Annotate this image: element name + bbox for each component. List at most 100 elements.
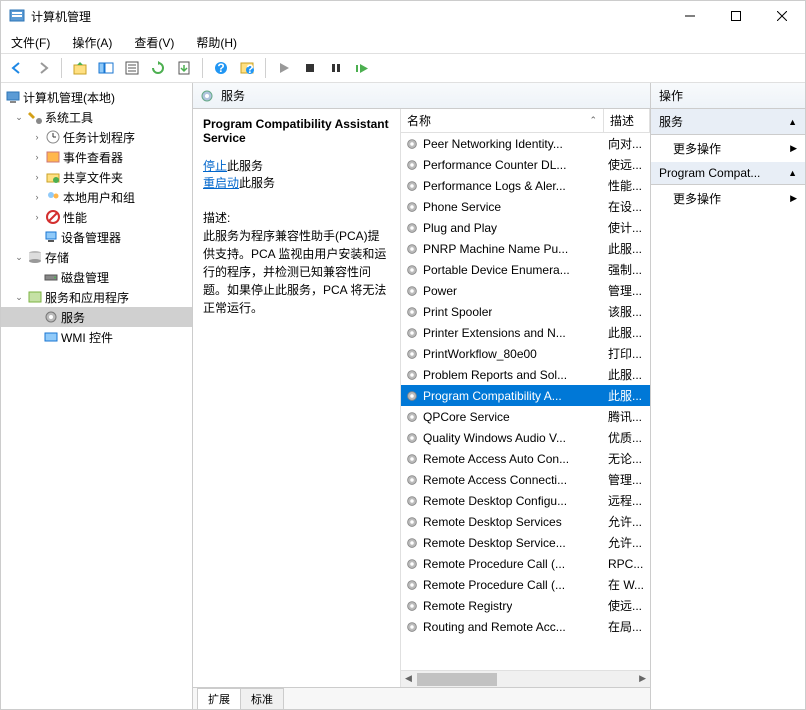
detail-panel: Program Compatibility Assistant Service … — [193, 109, 401, 687]
service-name: Remote Procedure Call (... — [423, 578, 565, 592]
col-desc[interactable]: 描述 — [604, 109, 650, 132]
actions-section-selected[interactable]: Program Compat... ▲ — [651, 162, 805, 185]
service-row[interactable]: Phone Service在设... — [401, 196, 650, 217]
stop-link[interactable]: 停止 — [203, 159, 227, 173]
pause-button[interactable] — [324, 56, 348, 80]
gear-icon — [405, 410, 419, 424]
service-row[interactable]: Remote Procedure Call (...RPC... — [401, 553, 650, 574]
service-row[interactable]: Remote Desktop Service...允许... — [401, 532, 650, 553]
forward-button[interactable] — [31, 56, 55, 80]
expand-icon[interactable]: › — [31, 211, 43, 223]
tree-localusers[interactable]: › 本地用户和组 — [1, 187, 192, 207]
service-name: Program Compatibility A... — [423, 389, 562, 403]
tree-servicesapps[interactable]: ⌄ 服务和应用程序 — [1, 287, 192, 307]
tree-services[interactable]: 服务 — [1, 307, 192, 327]
tree-storage[interactable]: ⌄ 存储 — [1, 247, 192, 267]
show-hide-tree-button[interactable] — [94, 56, 118, 80]
collapse-icon[interactable]: ⌄ — [13, 291, 25, 303]
tree-label: 设备管理器 — [61, 229, 121, 246]
service-row[interactable]: Problem Reports and Sol...此服... — [401, 364, 650, 385]
tree-root-label: 计算机管理(本地) — [23, 89, 115, 106]
service-name: Remote Access Auto Con... — [423, 452, 569, 466]
service-row[interactable]: PNRP Machine Name Pu...此服... — [401, 238, 650, 259]
scrollbar-thumb[interactable] — [417, 673, 497, 686]
service-row[interactable]: Power管理... — [401, 280, 650, 301]
service-row[interactable]: QPCore Service腾讯... — [401, 406, 650, 427]
service-row[interactable]: Remote Desktop Configu...远程... — [401, 490, 650, 511]
service-row[interactable]: Remote Procedure Call (...在 W... — [401, 574, 650, 595]
tree-performance[interactable]: › 性能 — [1, 207, 192, 227]
col-name[interactable]: 名称⌃ — [401, 109, 604, 132]
disk-icon — [43, 269, 59, 285]
expand-icon[interactable]: › — [31, 191, 43, 203]
expand-icon[interactable]: › — [31, 131, 43, 143]
service-row[interactable]: Peer Networking Identity...向对... — [401, 133, 650, 154]
storage-icon — [27, 249, 43, 265]
event-icon — [45, 149, 61, 165]
service-row[interactable]: Quality Windows Audio V...优质... — [401, 427, 650, 448]
export-button[interactable] — [172, 56, 196, 80]
service-row[interactable]: Print Spooler该服... — [401, 301, 650, 322]
tree-scheduler[interactable]: › 任务计划程序 — [1, 127, 192, 147]
list-body[interactable]: Peer Networking Identity...向对...Performa… — [401, 133, 650, 670]
menu-view[interactable]: 查看(V) — [130, 32, 178, 53]
service-row[interactable]: Performance Logs & Aler...性能... — [401, 175, 650, 196]
tree-systools[interactable]: ⌄ 系统工具 — [1, 107, 192, 127]
service-row[interactable]: Remote Access Auto Con...无论... — [401, 448, 650, 469]
tree-devmgr[interactable]: 设备管理器 — [1, 227, 192, 247]
tree-label: 本地用户和组 — [63, 189, 135, 206]
service-name: PNRP Machine Name Pu... — [423, 242, 568, 256]
tree-eventviewer[interactable]: › 事件查看器 — [1, 147, 192, 167]
start-button[interactable] — [272, 56, 296, 80]
refresh-button[interactable] — [146, 56, 170, 80]
service-row[interactable]: Routing and Remote Acc...在局... — [401, 616, 650, 637]
maximize-button[interactable] — [713, 1, 759, 31]
service-row[interactable]: Remote Desktop Services允许... — [401, 511, 650, 532]
gear-icon — [405, 305, 419, 319]
service-name: Performance Counter DL... — [423, 158, 566, 172]
tree-shared[interactable]: › 共享文件夹 — [1, 167, 192, 187]
collapse-icon[interactable]: ⌄ — [13, 251, 25, 263]
tree-root[interactable]: 计算机管理(本地) — [1, 87, 192, 107]
properties-button[interactable] — [120, 56, 144, 80]
actions-more-1[interactable]: 更多操作 ▶ — [651, 135, 805, 162]
menu-file[interactable]: 文件(F) — [7, 32, 54, 53]
service-name: Remote Access Connecti... — [423, 473, 567, 487]
stop-button[interactable] — [298, 56, 322, 80]
menubar: 文件(F) 操作(A) 查看(V) 帮助(H) — [1, 31, 805, 53]
selected-service-name: Program Compatibility Assistant Service — [203, 117, 390, 145]
tab-extended[interactable]: 扩展 — [197, 688, 241, 709]
restart-link[interactable]: 重启动 — [203, 176, 239, 190]
service-row[interactable]: Plug and Play使计... — [401, 217, 650, 238]
actions-section-services[interactable]: 服务 ▲ — [651, 109, 805, 135]
service-row[interactable]: PrintWorkflow_80e00打印... — [401, 343, 650, 364]
services-apps-icon — [27, 289, 43, 305]
service-row[interactable]: Remote Registry使远... — [401, 595, 650, 616]
help-button[interactable]: ? — [209, 56, 233, 80]
service-row[interactable]: Performance Counter DL...使远... — [401, 154, 650, 175]
expand-icon[interactable]: › — [31, 151, 43, 163]
tab-standard[interactable]: 标准 — [240, 688, 284, 709]
help2-button[interactable]: ? — [235, 56, 259, 80]
horizontal-scrollbar[interactable]: ◀▶ — [401, 670, 650, 687]
service-row[interactable]: Remote Access Connecti...管理... — [401, 469, 650, 490]
service-desc: 此服... — [606, 324, 650, 341]
menu-help[interactable]: 帮助(H) — [192, 32, 241, 53]
expand-icon[interactable]: › — [31, 171, 43, 183]
service-row[interactable]: Portable Device Enumera...强制... — [401, 259, 650, 280]
close-button[interactable] — [759, 1, 805, 31]
tree-diskmgmt[interactable]: 磁盘管理 — [1, 267, 192, 287]
desc-label: 描述: — [203, 211, 230, 225]
service-list: 名称⌃ 描述 Peer Networking Identity...向对...P… — [401, 109, 650, 687]
tree-wmi[interactable]: WMI 控件 — [1, 327, 192, 347]
service-row[interactable]: Program Compatibility A...此服... — [401, 385, 650, 406]
menu-action[interactable]: 操作(A) — [68, 32, 116, 53]
restart-button[interactable] — [350, 56, 374, 80]
up-button[interactable] — [68, 56, 92, 80]
actions-more-2[interactable]: 更多操作 ▶ — [651, 185, 805, 212]
minimize-button[interactable] — [667, 1, 713, 31]
back-button[interactable] — [5, 56, 29, 80]
service-row[interactable]: Printer Extensions and N...此服... — [401, 322, 650, 343]
collapse-icon[interactable]: ⌄ — [13, 111, 25, 123]
service-name: Print Spooler — [423, 305, 492, 319]
